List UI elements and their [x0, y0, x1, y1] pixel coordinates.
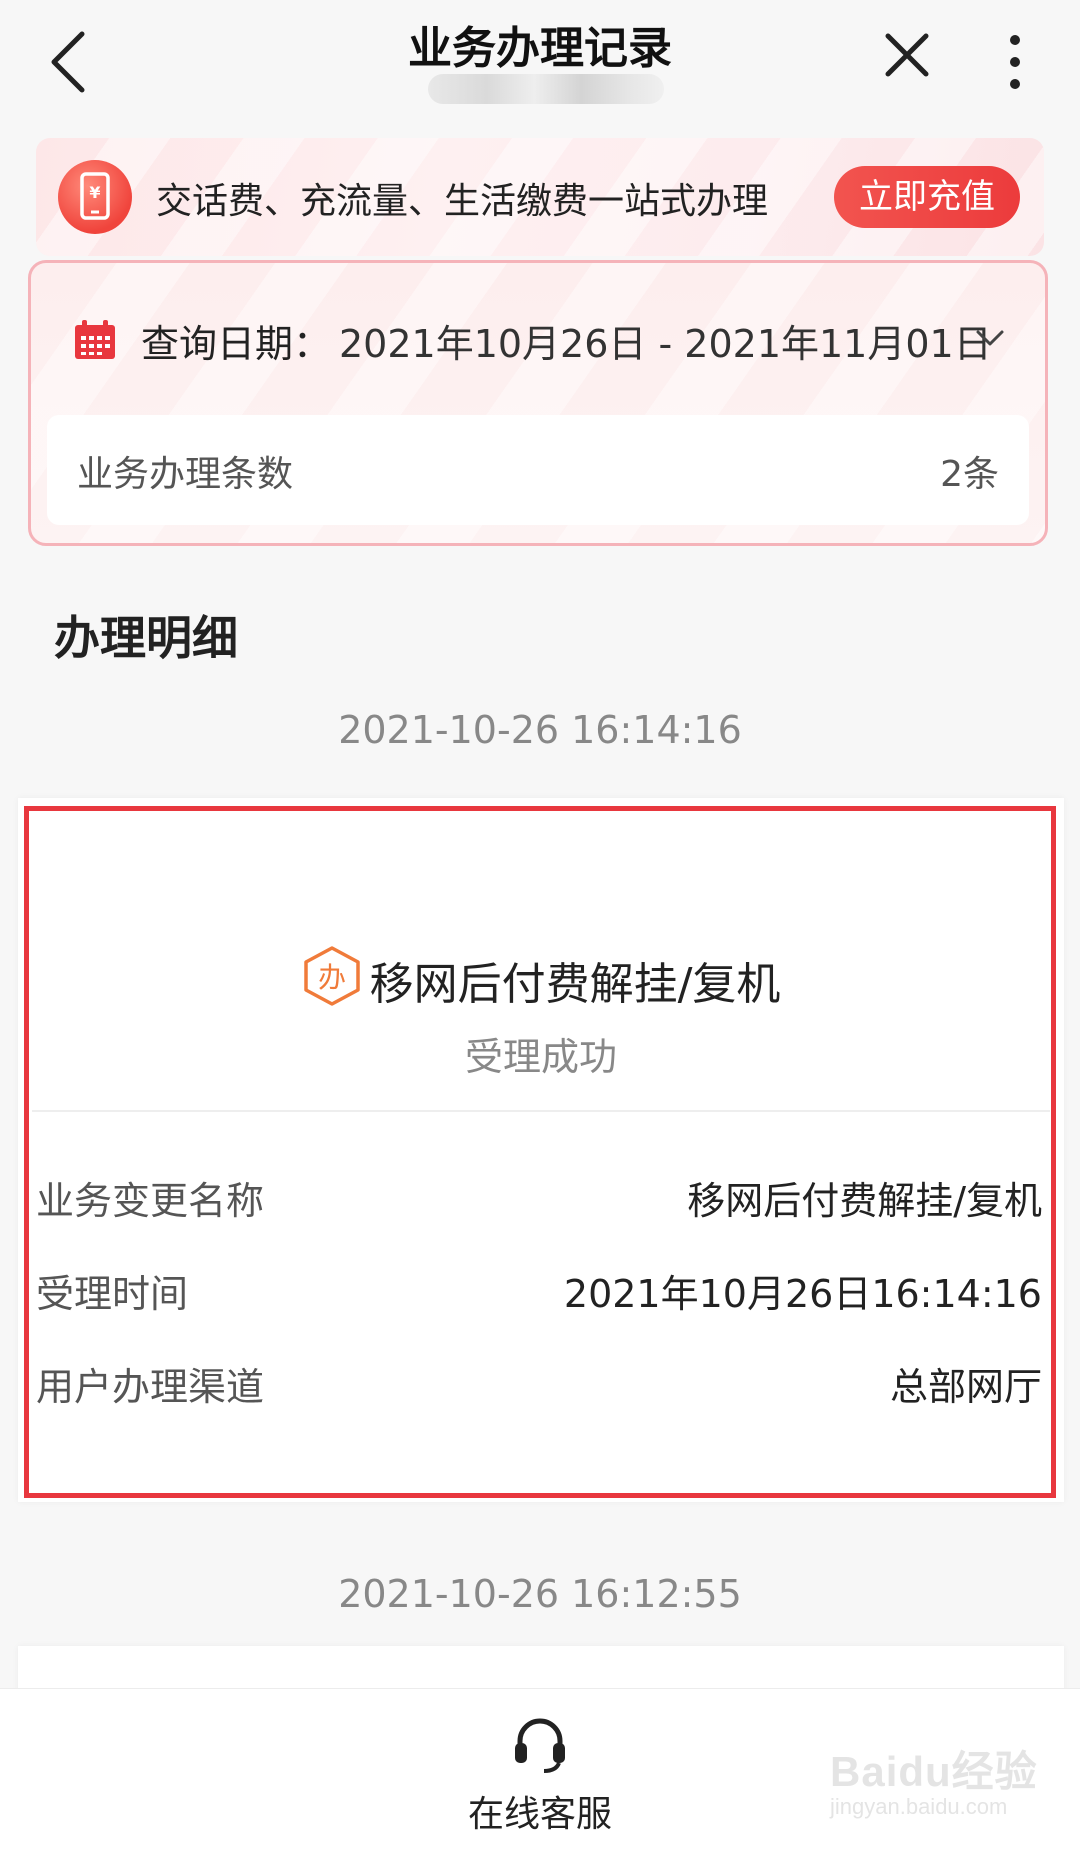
calendar-icon: [75, 320, 115, 359]
close-icon[interactable]: [882, 30, 932, 80]
recharge-now-button[interactable]: 立即充值: [834, 166, 1020, 228]
record-count-box: 业务办理条数 2条: [47, 415, 1029, 525]
masked-phone-number: [428, 74, 664, 104]
svg-text:¥: ¥: [89, 183, 100, 202]
section-title: 办理明细: [54, 611, 238, 665]
record-timestamp: 2021-10-26 16:12:55: [338, 1572, 742, 1616]
highlight-annotation-box: [24, 806, 1056, 1498]
chevron-down-icon[interactable]: [975, 327, 1005, 349]
date-range-selector[interactable]: 2021年10月26日 - 2021年11月01日: [339, 313, 992, 368]
headset-icon[interactable]: [510, 1713, 570, 1773]
more-options-icon[interactable]: [1002, 32, 1028, 92]
query-date-card: 查询日期： 2021年10月26日 - 2021年11月01日 业务办理条数 2…: [28, 260, 1048, 546]
record-timestamp: 2021-10-26 16:14:16: [338, 708, 742, 752]
watermark-brand: Baidu经验: [830, 1748, 1038, 1795]
phone-payment-icon: ¥: [58, 160, 132, 234]
recharge-promo-banner[interactable]: ¥ 交话费、充流量、生活缴费一站式办理 立即充值: [36, 138, 1044, 256]
record-count-value: 2条: [940, 454, 999, 495]
promo-text: 交话费、充流量、生活缴费一站式办理: [156, 181, 769, 222]
top-nav-bar: 业务办理记录: [0, 0, 1080, 132]
query-date-label: 查询日期：: [141, 322, 332, 366]
watermark-url: jingyan.baidu.com: [830, 1794, 1008, 1819]
record-count-label: 业务办理条数: [77, 454, 294, 495]
baidu-jingyan-watermark: Baidu经验 jingyan.baidu.com: [830, 1730, 1062, 1830]
